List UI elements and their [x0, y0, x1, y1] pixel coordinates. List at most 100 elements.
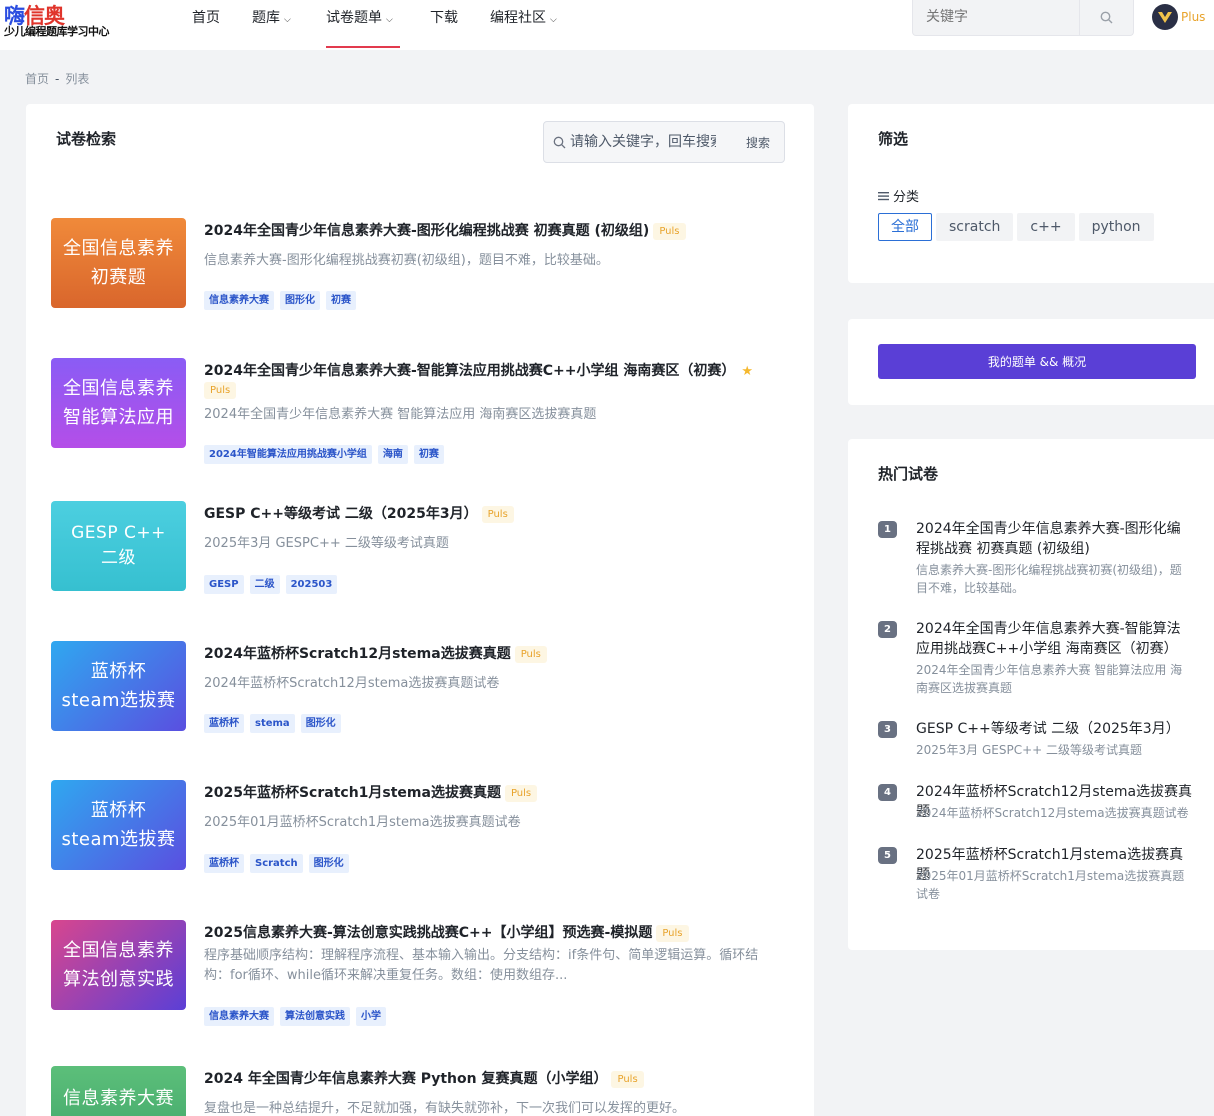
- paper-tag[interactable]: 信息素养大赛: [204, 291, 274, 310]
- paper-title[interactable]: 2025年蓝桥杯Scratch1月stema选拔赛真题 Puls: [204, 784, 784, 803]
- puls-badge: Puls: [656, 925, 689, 942]
- cover-line: 全国信息素养: [63, 940, 174, 961]
- cover-line: steam选拔赛: [61, 690, 176, 711]
- paper-desc: 复盘也是一种总结提升，不足就加强，有缺失就弥补，下一次我们可以发挥的更好。: [204, 1101, 686, 1116]
- paper-cover[interactable]: 蓝桥杯 steam选拔赛: [51, 780, 186, 870]
- nav-community-label: 编程社区: [490, 10, 546, 26]
- paper-tag[interactable]: 信息素养大赛: [204, 1007, 274, 1026]
- paper-title-text: 2024年全国青少年信息素养大赛-图形化编程挑战赛 初赛真题 (初级组): [204, 223, 650, 239]
- paper-title[interactable]: GESP C++等级考试 二级（2025年3月） Puls: [204, 505, 784, 524]
- paper-cover[interactable]: 全国信息素养 智能算法应用: [51, 358, 186, 448]
- paper-tag[interactable]: 图形化: [300, 714, 341, 733]
- filter-cpp-button[interactable]: c++: [1017, 213, 1075, 241]
- filter-all-button[interactable]: 全部: [878, 213, 932, 241]
- paper-cover[interactable]: 蓝桥杯 steam选拔赛: [51, 641, 186, 731]
- header-search-input[interactable]: [913, 0, 1081, 34]
- cover-line: 全国信息素养: [63, 378, 174, 399]
- nav-download[interactable]: 下载: [430, 0, 458, 50]
- cover-line: 信息素养大赛: [63, 1088, 174, 1109]
- puls-badge: Puls: [204, 382, 237, 399]
- paper-tags: 蓝桥杯 Scratch 图形化: [204, 854, 349, 873]
- paper-tag[interactable]: 海南: [377, 445, 408, 464]
- filter-scratch-button[interactable]: scratch: [936, 213, 1014, 241]
- paper-desc: 2024年全国青少年信息素养大赛 智能算法应用 海南赛区选拔赛真题: [204, 407, 597, 422]
- hot-paper-title: GESP C++等级考试 二级（2025年3月）: [916, 721, 1180, 737]
- cover-line: GESP C++: [71, 523, 166, 543]
- paper-tag[interactable]: 初赛: [413, 445, 444, 464]
- header-search: [912, 0, 1134, 36]
- plus-label[interactable]: Plus: [1181, 10, 1205, 24]
- paper-tag[interactable]: 图形化: [308, 854, 349, 873]
- paper-tag[interactable]: 202503: [285, 575, 338, 594]
- paper-title[interactable]: 2024年全国青少年信息素养大赛-图形化编程挑战赛 初赛真题 (初级组) Puls: [204, 222, 784, 241]
- paper-cover[interactable]: 信息素养大赛: [51, 1066, 186, 1116]
- nav-download-label: 下载: [430, 10, 458, 26]
- paper-cover[interactable]: 全国信息素养 初赛题: [51, 218, 186, 308]
- paper-title[interactable]: 2024年全国青少年信息素养大赛-智能算法应用挑战赛C++小学组 海南赛区（初赛…: [204, 362, 784, 400]
- paper-title[interactable]: 2024年蓝桥杯Scratch12月stema选拔赛真题 Puls: [204, 645, 784, 664]
- paper-title[interactable]: 2025信息素养大赛-算法创意实践挑战赛C++【小学组】预选赛-模拟题 Puls: [204, 924, 784, 943]
- chevron-down-icon: ⌵: [284, 15, 291, 25]
- hot-paper-title: 2024年全国青少年信息素养大赛-智能算法应用挑战赛C++小学组 海南赛区（初赛…: [916, 621, 1181, 657]
- user-avatar[interactable]: [1152, 4, 1178, 30]
- cover-line: 蓝桥杯: [90, 661, 147, 682]
- paper-title[interactable]: 2024 年全国青少年信息素养大赛 Python 复赛真题（小学组） Puls: [204, 1070, 784, 1089]
- rank-badge: 1: [878, 521, 897, 538]
- my-list-card: 我的题单 && 概况: [848, 319, 1214, 405]
- paper-tag[interactable]: 图形化: [280, 291, 320, 310]
- hot-paper-desc: 2024年蓝桥杯Scratch12月stema选拔赛真题试卷: [916, 806, 1189, 820]
- hot-paper-desc: 2025年01月蓝桥杯Scratch1月stema选拔赛真题试卷: [916, 869, 1185, 901]
- paper-desc: 2025年01月蓝桥杯Scratch1月stema选拔赛真题试卷: [204, 815, 521, 830]
- list-icon: [878, 191, 889, 200]
- rank-badge: 4: [878, 784, 897, 801]
- cover-line: 二级: [101, 548, 136, 568]
- breadcrumb-home[interactable]: 首页: [25, 72, 49, 86]
- hot-paper-title: 2024年全国青少年信息素养大赛-图形化编程挑战赛 初赛真题 (初级组): [916, 521, 1181, 557]
- paper-tags: 信息素养大赛 图形化 初赛: [204, 291, 356, 310]
- nav-question-bank[interactable]: 题库 ⌵: [252, 0, 291, 50]
- nav-community[interactable]: 编程社区 ⌵: [490, 0, 557, 50]
- paper-cover[interactable]: 全国信息素养 算法创意实践: [51, 920, 186, 1010]
- paper-tags: 蓝桥杯 stema 图形化: [204, 714, 341, 733]
- paper-title-text: 2024年蓝桥杯Scratch12月stema选拔赛真题: [204, 646, 511, 662]
- paper-tag[interactable]: GESP: [204, 575, 244, 594]
- cover-line: 全国信息素养: [63, 238, 174, 259]
- paper-tag[interactable]: 蓝桥杯: [204, 854, 244, 873]
- paper-tag[interactable]: 小学: [356, 1007, 386, 1026]
- nav-active-indicator: [326, 46, 400, 48]
- top-navbar: 嗨信奥 少儿编程题库学习中心 首页 题库⌵ 试卷题单⌵ 下载 编程社区⌵ Plu…: [0, 0, 1214, 50]
- paper-search-input[interactable]: [570, 122, 716, 162]
- rank-badge: 5: [878, 847, 897, 864]
- paper-tag[interactable]: 2024年智能算法应用挑战赛小学组: [204, 445, 372, 464]
- paper-tag[interactable]: 初赛: [326, 291, 356, 310]
- paper-search-title: 试卷检索: [56, 130, 117, 148]
- filter-python-button[interactable]: python: [1078, 213, 1154, 241]
- rank-badge: 2: [878, 621, 897, 638]
- paper-desc: 程序基础顺序结构：理解程序流程、基本输入输出。分支结构：if条件句、简单逻辑运算…: [204, 948, 759, 983]
- paper-tag[interactable]: 二级: [249, 575, 280, 594]
- paper-tag[interactable]: 蓝桥杯: [204, 714, 244, 733]
- filter-title: 筛选: [878, 130, 909, 148]
- paper-tag[interactable]: Scratch: [250, 854, 303, 873]
- paper-title-text: 2024年全国青少年信息素养大赛-智能算法应用挑战赛C++小学组 海南赛区（初赛…: [204, 363, 736, 379]
- paper-tag[interactable]: stema: [250, 714, 295, 733]
- paper-desc: 2024年蓝桥杯Scratch12月stema选拔赛真题试卷: [204, 676, 500, 691]
- cover-line: 蓝桥杯: [90, 800, 147, 821]
- paper-search-button[interactable]: 搜索: [746, 134, 770, 151]
- nav-papers[interactable]: 试卷题单 ⌵: [326, 0, 393, 50]
- paper-cover[interactable]: GESP C++ 二级: [51, 501, 186, 591]
- nav-papers-label: 试卷题单: [326, 10, 382, 26]
- nav-home[interactable]: 首页: [192, 0, 220, 50]
- category-label: 分类: [878, 186, 919, 205]
- paper-tag[interactable]: 算法创意实践: [280, 1007, 350, 1026]
- breadcrumb: 首页 - 列表: [25, 70, 89, 87]
- my-list-button[interactable]: 我的题单 && 概况: [878, 344, 1196, 379]
- filter-card: 筛选 分类 全部 scratch c++ python: [848, 104, 1214, 283]
- hot-papers-card: 热门试卷 1 2024年全国青少年信息素养大赛-图形化编程挑战赛 初赛真题 (初…: [848, 439, 1214, 950]
- puls-badge: Puls: [514, 646, 547, 663]
- header-search-button[interactable]: [1079, 0, 1133, 35]
- paper-list-card: 试卷检索 搜索 全国信息素养 初赛题 2024年全国青少年信息素养大赛-图形化编…: [26, 104, 814, 1116]
- puls-badge: Puls: [653, 223, 686, 240]
- chevron-down-icon: ⌵: [550, 15, 557, 25]
- star-icon: ★: [741, 364, 754, 379]
